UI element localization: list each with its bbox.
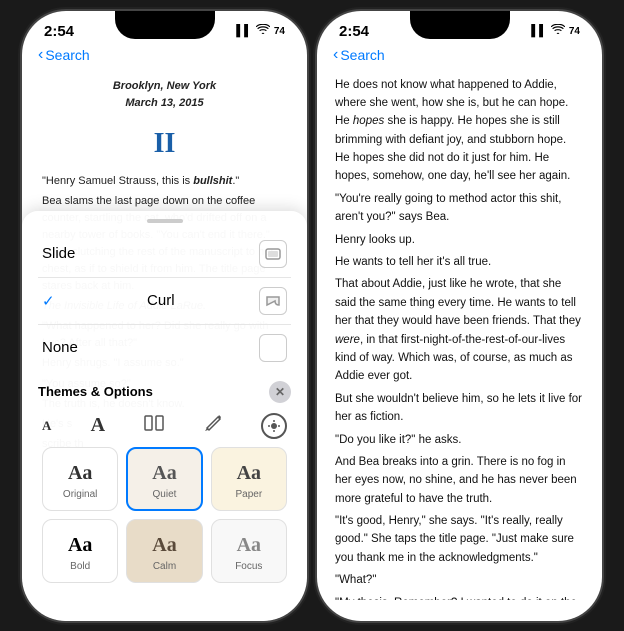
signal-icon-left: ▌▌ bbox=[236, 25, 252, 37]
theme-paper-label: Paper bbox=[235, 489, 262, 500]
none-right bbox=[259, 334, 287, 362]
theme-bold-text: Aa bbox=[68, 534, 92, 557]
curl-icon bbox=[259, 287, 287, 315]
theme-bold-label: Bold bbox=[70, 561, 90, 572]
slide-right bbox=[259, 240, 287, 268]
book-header: Brooklyn, New York March 13, 2015 bbox=[42, 78, 287, 112]
battery-icon-left: 74 bbox=[274, 26, 285, 37]
nav-bar-left[interactable]: ‹ Search bbox=[22, 44, 307, 70]
themes-grid: Aa Original Aa Quiet Aa Paper Aa bbox=[38, 447, 291, 591]
reading-para-10: "What?" bbox=[335, 571, 584, 589]
theme-calm-label: Calm bbox=[153, 561, 176, 572]
wifi-icon-left bbox=[256, 24, 270, 38]
scroll-option-curl[interactable]: ✓ Curl bbox=[38, 278, 291, 325]
theme-calm[interactable]: Aa Calm bbox=[126, 519, 202, 583]
reading-para-7: "Do you like it?" he asks. bbox=[335, 431, 584, 449]
scroll-option-none[interactable]: None bbox=[38, 325, 291, 371]
scroll-option-slide[interactable]: Slide bbox=[38, 231, 291, 278]
theme-original[interactable]: Aa Original bbox=[42, 447, 118, 511]
left-phone: 2:54 ▌▌ 74 ‹ bbox=[22, 11, 307, 621]
overlay-panel: Slide ✓ Curl bbox=[22, 211, 307, 621]
theme-quiet-text: Aa bbox=[152, 462, 176, 485]
scroll-options: Slide ✓ Curl bbox=[22, 227, 307, 375]
curl-checkmark: ✓ bbox=[42, 292, 55, 310]
reading-para-9: "It's good, Henry," she says. "It's real… bbox=[335, 512, 584, 567]
reading-para-5: That about Addie, just like he wrote, th… bbox=[335, 275, 584, 385]
theme-focus-label: Focus bbox=[235, 561, 262, 572]
reading-para-8: And Bea breaks into a grin. There is no … bbox=[335, 453, 584, 508]
reading-para-6: But she wouldn't believe him, so he lets… bbox=[335, 390, 584, 427]
status-time-left: 2:54 bbox=[44, 23, 74, 40]
status-icons-right: ▌▌ 74 bbox=[531, 24, 580, 38]
theme-paper[interactable]: Aa Paper bbox=[211, 447, 287, 511]
theme-quiet[interactable]: Aa Quiet bbox=[126, 447, 202, 511]
status-time-right: 2:54 bbox=[339, 23, 369, 40]
theme-paper-text: Aa bbox=[237, 462, 261, 485]
slide-label: Slide bbox=[42, 245, 75, 262]
close-button[interactable]: ✕ bbox=[269, 381, 291, 403]
none-label: None bbox=[42, 339, 78, 356]
back-arrow-right: ‹ bbox=[333, 46, 338, 64]
drag-handle bbox=[147, 219, 183, 223]
themes-section: Themes & Options ✕ A A bbox=[22, 375, 307, 591]
book-location-line1: Brooklyn, New York bbox=[42, 78, 287, 95]
themes-label: Themes & Options bbox=[38, 384, 153, 399]
wifi-icon-right bbox=[551, 24, 565, 38]
slide-indicator bbox=[22, 211, 307, 227]
theme-original-label: Original bbox=[63, 489, 97, 500]
notch-right bbox=[410, 11, 510, 39]
book-location-line2: March 13, 2015 bbox=[42, 95, 287, 112]
themes-header-row: Themes & Options ✕ bbox=[38, 375, 291, 407]
none-icon bbox=[259, 334, 287, 362]
theme-focus-text: Aa bbox=[237, 534, 261, 557]
toolbar-row: A A bbox=[38, 407, 291, 447]
signal-icon-right: ▌▌ bbox=[531, 25, 547, 37]
book-para-1: "Henry Samuel Strauss, this is bullshit.… bbox=[42, 173, 287, 190]
chapter-number: II bbox=[42, 122, 287, 165]
brightness-icon[interactable] bbox=[261, 413, 287, 439]
theme-calm-text: Aa bbox=[152, 534, 176, 557]
status-icons-left: ▌▌ 74 bbox=[236, 24, 285, 38]
back-arrow-left: ‹ bbox=[38, 46, 43, 64]
reading-para-1: He does not know what happened to Addie,… bbox=[335, 76, 584, 186]
reading-para-4: He wants to tell her it's all true. bbox=[335, 253, 584, 271]
columns-icon[interactable] bbox=[144, 415, 164, 436]
back-label-right: Search bbox=[340, 47, 384, 63]
back-button-right[interactable]: ‹ Search bbox=[333, 46, 385, 64]
reading-content: He does not know what happened to Addie,… bbox=[317, 70, 602, 600]
theme-quiet-label: Quiet bbox=[153, 489, 177, 500]
edit-icon[interactable] bbox=[204, 414, 222, 437]
back-label-left: Search bbox=[45, 47, 89, 63]
battery-icon-right: 74 bbox=[569, 26, 580, 37]
theme-original-text: Aa bbox=[68, 462, 92, 485]
curl-right bbox=[259, 287, 287, 315]
slide-icon bbox=[259, 240, 287, 268]
font-size-large[interactable]: A bbox=[91, 414, 105, 437]
reading-para-2: "You're really going to method actor thi… bbox=[335, 190, 584, 227]
right-phone: 2:54 ▌▌ 74 ‹ bbox=[317, 11, 602, 621]
curl-label: Curl bbox=[147, 292, 175, 309]
reading-para-11: "My thesis. Remember? I wanted to do it … bbox=[335, 594, 584, 600]
notch bbox=[115, 11, 215, 39]
theme-bold[interactable]: Aa Bold bbox=[42, 519, 118, 583]
font-size-small[interactable]: A bbox=[42, 418, 51, 434]
back-button-left[interactable]: ‹ Search bbox=[38, 46, 90, 64]
nav-bar-right[interactable]: ‹ Search bbox=[317, 44, 602, 70]
theme-focus[interactable]: Aa Focus bbox=[211, 519, 287, 583]
reading-para-3: Henry looks up. bbox=[335, 231, 584, 249]
